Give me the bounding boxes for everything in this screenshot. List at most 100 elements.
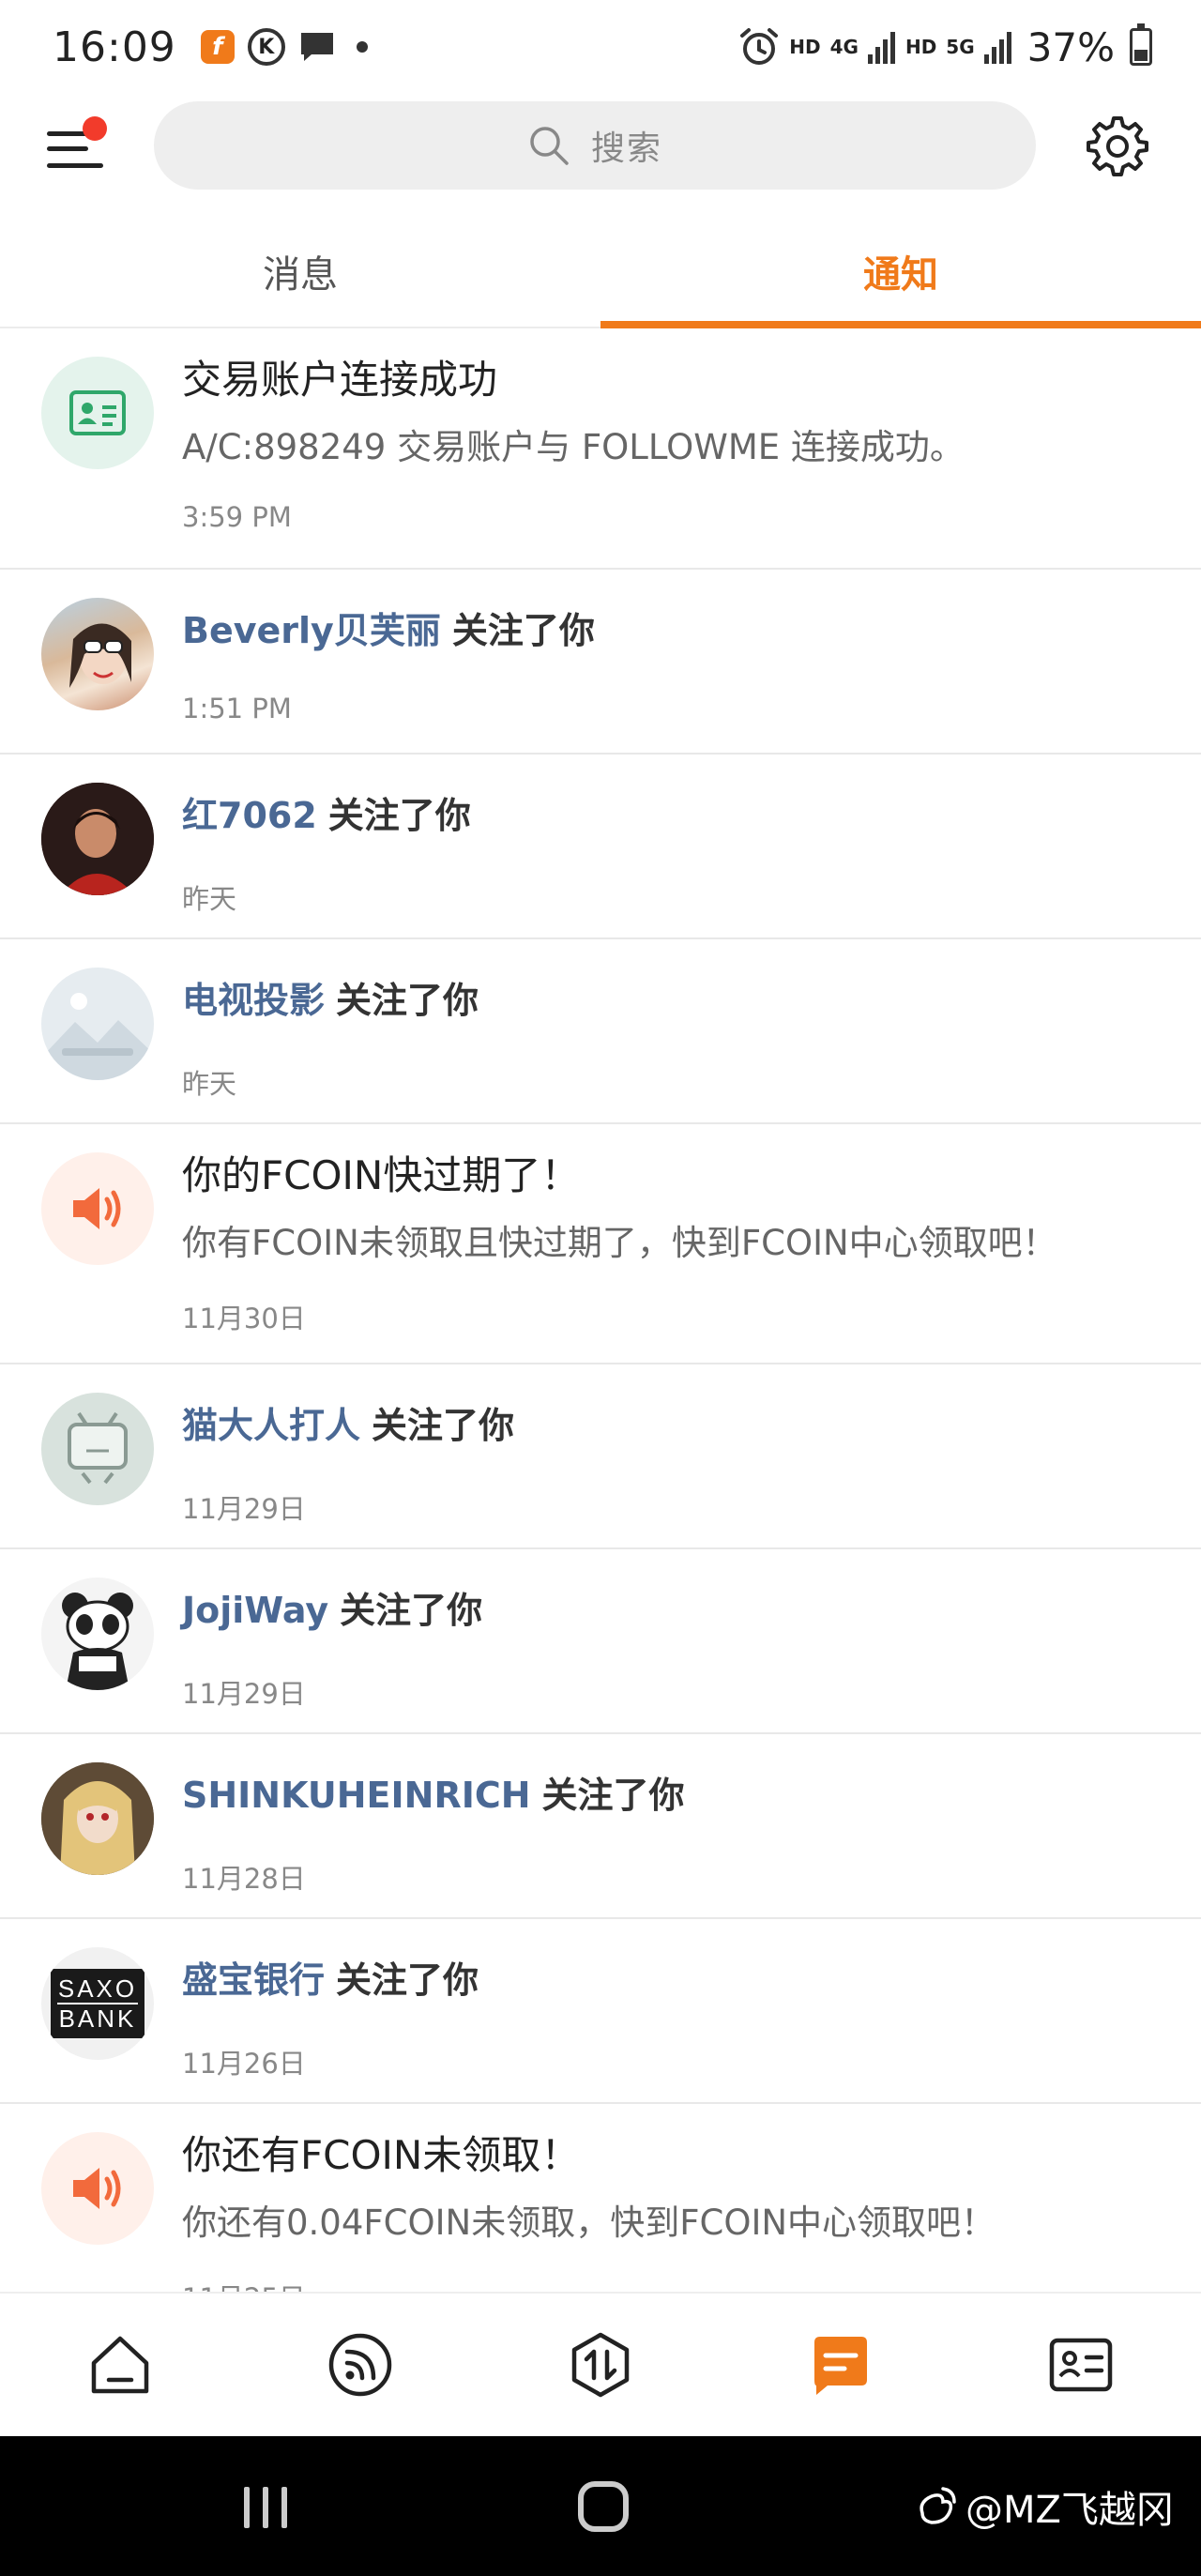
username-link[interactable]: 红7062 xyxy=(182,795,317,836)
app-notification-icon: f xyxy=(200,30,235,64)
battery-icon xyxy=(1130,23,1152,66)
signal-icon-2 xyxy=(983,32,1011,64)
status-time: 16:09 xyxy=(53,23,176,71)
user-avatar xyxy=(41,1393,154,1505)
notification-time: 11月26日 xyxy=(182,2048,306,2080)
weibo-logo-icon xyxy=(920,2487,956,2524)
alarm-icon xyxy=(740,28,779,65)
list-item[interactable]: 红7062 关注了你 昨天 xyxy=(0,755,1201,939)
notification-time: 11月30日 xyxy=(182,1303,306,1335)
feed-icon xyxy=(328,2333,392,2397)
follow-action: 关注了你 xyxy=(336,980,479,1021)
follow-text: 猫大人打人 关注了你 xyxy=(182,1396,1173,1448)
username-link[interactable]: 盛宝银行 xyxy=(182,1959,325,2001)
network-hd-2: HD xyxy=(905,36,937,58)
search-bar[interactable]: 搜索 xyxy=(154,101,1036,190)
notification-time: 11月29日 xyxy=(182,1678,306,1710)
k-app-icon: K xyxy=(247,28,285,66)
active-tab-indicator xyxy=(600,321,1201,328)
recent-bar xyxy=(281,2487,287,2528)
list-item[interactable]: SHINKUHEINRICH 关注了你 11月28日 xyxy=(0,1734,1201,1919)
notification-title: 你的FCOIN快过期了！ xyxy=(182,1152,581,1198)
search-placeholder: 搜索 xyxy=(590,130,662,168)
chat-notification-icon xyxy=(300,33,333,61)
menu-icon-line xyxy=(47,146,88,151)
menu-button[interactable] xyxy=(45,116,107,175)
network-4g: 4G xyxy=(829,36,859,58)
recent-bar xyxy=(263,2487,268,2528)
id-card-icon xyxy=(69,390,126,435)
notification-time: 11月25日 xyxy=(182,2277,1173,2292)
list-item[interactable]: 你的FCOIN快过期了！ 你有FCOIN未领取且快过期了，快到FCOIN中心领取… xyxy=(0,1124,1201,1364)
follow-action: 关注了你 xyxy=(340,1590,483,1631)
system-avatar xyxy=(41,357,154,469)
notification-list[interactable]: 交易账户连接成功 A/C:898249 交易账户与 FOLLOWME 连接成功。… xyxy=(0,328,1201,2292)
system-avatar xyxy=(41,1152,154,1265)
profile-card-icon xyxy=(1049,2338,1113,2392)
nav-home[interactable] xyxy=(83,2327,158,2402)
home-icon xyxy=(91,2336,149,2394)
network-hd-1: HD xyxy=(789,36,821,58)
list-item[interactable]: JojiWay 关注了你 11月29日 xyxy=(0,1549,1201,1734)
watermark-text: @MZ飞越冈 xyxy=(965,2489,1174,2532)
avatar-photo xyxy=(69,623,131,688)
username-link[interactable]: Beverly贝芙丽 xyxy=(182,610,441,651)
follow-action: 关注了你 xyxy=(541,1775,685,1816)
signal-icon xyxy=(867,32,895,64)
panda-avatar xyxy=(62,1593,133,1690)
notification-title: 交易账户连接成功 xyxy=(182,357,498,403)
username-link[interactable]: JojiWay xyxy=(182,1590,328,1631)
list-item[interactable]: Beverly贝芙丽 关注了你 1:51 PM xyxy=(0,570,1201,755)
list-item[interactable]: 电视投影 关注了你 昨天 xyxy=(0,939,1201,1124)
nav-feed[interactable] xyxy=(323,2327,398,2402)
menu-icon-line-bottom xyxy=(47,163,103,168)
notification-time: 11月29日 xyxy=(182,1493,306,1525)
tab-messages[interactable]: 消息 xyxy=(0,216,600,327)
user-avatar xyxy=(41,783,154,895)
username-link[interactable]: SHINKUHEINRICH xyxy=(182,1775,531,1816)
speaker-icon xyxy=(73,1188,121,1229)
notification-time: 昨天 xyxy=(182,1068,237,1100)
user-avatar xyxy=(41,1762,154,1875)
search-icon xyxy=(530,127,569,165)
tab-bar: 消息 通知 xyxy=(0,216,1201,328)
nav-messages[interactable] xyxy=(803,2327,878,2402)
notification-time: 昨天 xyxy=(182,883,237,915)
nav-trade[interactable] xyxy=(563,2327,638,2402)
tv-icon xyxy=(68,1411,128,1485)
status-notification-icons: f K xyxy=(200,28,368,66)
username-link[interactable]: 猫大人打人 xyxy=(182,1405,360,1446)
follow-text: JojiWay 关注了你 xyxy=(182,1581,1173,1633)
list-item[interactable]: 交易账户连接成功 A/C:898249 交易账户与 FOLLOWME 连接成功。… xyxy=(0,328,1201,570)
notification-body: 你还有0.04FCOIN未领取，快到FCOIN中心领取吧！ xyxy=(182,2203,996,2244)
follow-action: 关注了你 xyxy=(451,610,595,651)
more-notifications-dot xyxy=(356,41,368,53)
nav-profile[interactable] xyxy=(1043,2327,1118,2402)
user-avatar xyxy=(41,1578,154,1690)
home-button[interactable] xyxy=(578,2481,629,2532)
tab-notifications[interactable]: 通知 xyxy=(600,216,1201,327)
top-app-bar: 搜索 xyxy=(0,94,1201,197)
list-item[interactable]: 猫大人打人 关注了你 11月29日 xyxy=(0,1364,1201,1549)
list-item[interactable]: SAXO BANK 盛宝银行 关注了你 11月26日 xyxy=(0,1919,1201,2104)
follow-text: 红7062 关注了你 xyxy=(182,786,1173,838)
watermark: @MZ飞越冈 xyxy=(915,2478,1174,2535)
notification-time: 1:51 PM xyxy=(182,693,292,724)
status-bar: 16:09 f K HD 4G HD 5G 37% xyxy=(0,0,1201,94)
gear-icon[interactable] xyxy=(1085,113,1150,178)
notification-title: 你还有FCOIN未领取！ xyxy=(182,2132,581,2178)
follow-text: 盛宝银行 关注了你 xyxy=(182,1951,1173,2003)
recent-apps-button[interactable] xyxy=(244,2487,293,2528)
follow-text: 电视投影 关注了你 xyxy=(182,971,1173,1023)
notification-body: 你有FCOIN未领取且快过期了，快到FCOIN中心领取吧！ xyxy=(182,1223,1057,1264)
speaker-icon xyxy=(73,2168,121,2209)
recent-bar xyxy=(244,2487,250,2528)
list-item[interactable]: 你还有FCOIN未领取！ 你还有0.04FCOIN未领取，快到FCOIN中心领取… xyxy=(0,2104,1201,2292)
username-link[interactable]: 电视投影 xyxy=(182,980,325,1021)
messages-icon xyxy=(814,2337,867,2395)
system-navigation-bar: @MZ飞越冈 xyxy=(0,2436,1201,2576)
unread-dot xyxy=(83,116,107,141)
image-placeholder-icon xyxy=(41,993,154,1080)
notification-body: A/C:898249 交易账户与 FOLLOWME 连接成功。 xyxy=(182,427,965,468)
user-avatar: SAXO BANK xyxy=(41,1947,154,2060)
